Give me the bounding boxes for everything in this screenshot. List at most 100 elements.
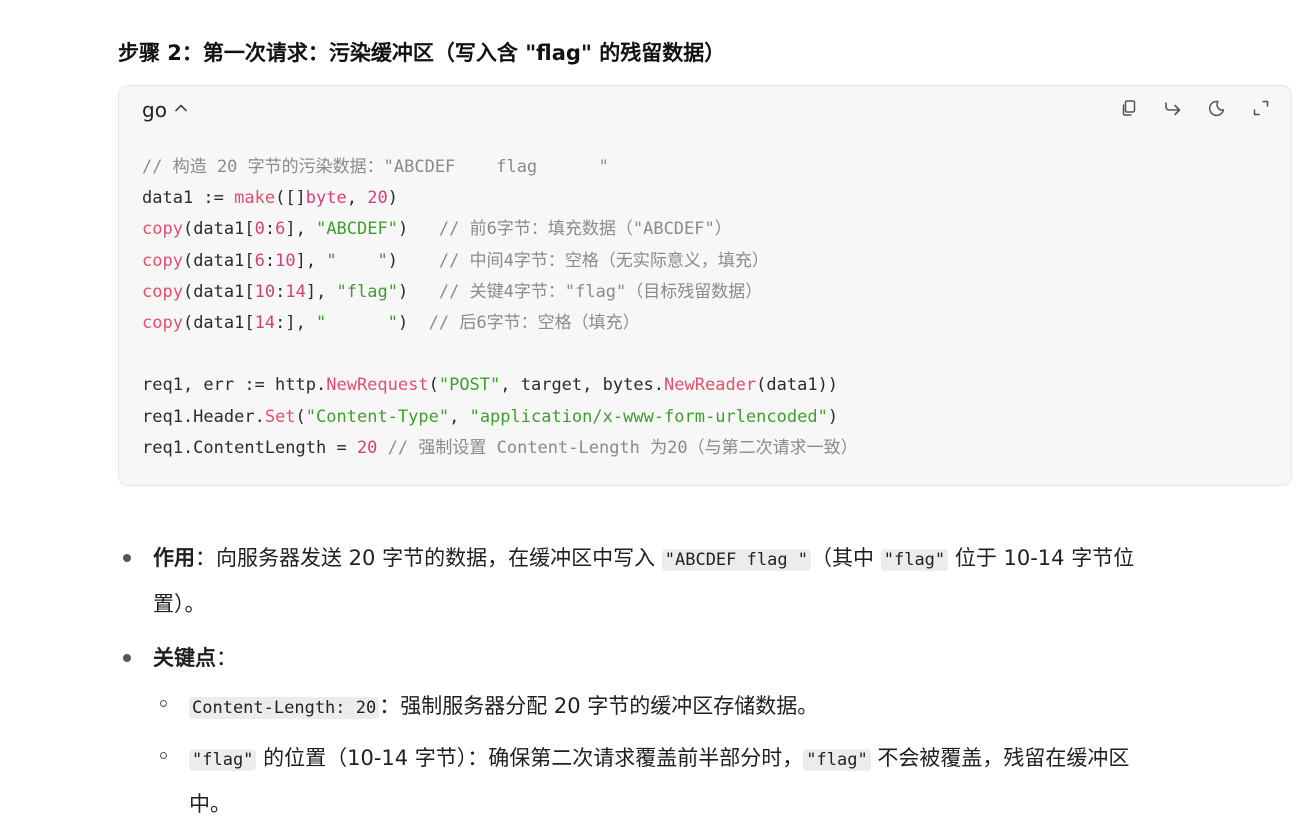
expand-button[interactable]: [1245, 96, 1277, 124]
code-token-plain: (data1)): [756, 375, 839, 396]
code-token-plain: data1 :=: [142, 188, 235, 209]
bullet-dot: [123, 554, 131, 562]
code-content: // 构造 20 字节的污染数据："ABCDEF flag " data1 := …: [142, 152, 858, 464]
code-token-fn: copy: [142, 219, 183, 240]
purpose-text-3: 位于 10-14 字节位: [948, 546, 1135, 570]
sub-bullet-flag-position: "flag" 的位置（10-14 字节）：确保第二次请求覆盖前半部分时， "fla…: [120, 736, 1270, 826]
code-line: req1.ContentLength = 20 // 强制设置 Content-…: [142, 433, 858, 464]
code-line: copy(data1[0:6], "ABCDEF") // 前6字节：填充数据（…: [142, 214, 858, 245]
code-token-plain: ): [397, 312, 429, 333]
content-length-inline-code: Content-Length: 20: [189, 697, 380, 719]
code-token-fn: NewRequest: [326, 375, 429, 396]
code-token-fn: copy: [142, 281, 183, 302]
code-token-plain: :: [275, 281, 286, 302]
code-token-comment: // 中间4字节：空格（无实际意义，填充）: [438, 250, 769, 271]
copy-icon: [1120, 99, 1138, 121]
theme-button[interactable]: [1201, 96, 1233, 124]
code-token-comment: // 构造 20 字节的污染数据："ABCDEF flag ": [142, 157, 609, 177]
bullet-dot: [123, 654, 131, 662]
copy-button[interactable]: [1113, 96, 1145, 124]
flag-inline-code-2: "flag": [803, 749, 871, 771]
purpose-text-1: 向服务器发送 20 字节的数据，在缓冲区中写入: [216, 546, 662, 570]
chevron-up-icon: [173, 100, 189, 120]
code-token-num: 0: [254, 219, 265, 240]
purpose-label: 作用: [153, 546, 195, 570]
code-token-plain: :: [264, 219, 276, 240]
code-token-plain: req1.ContentLength =: [142, 437, 357, 458]
code-token-plain: ,: [449, 406, 470, 427]
expand-icon: [1252, 99, 1270, 121]
code-token-plain: ): [387, 250, 439, 271]
code-token-fn: make: [234, 188, 276, 209]
code-token-plain: req1.Header.: [142, 406, 265, 427]
language-label: go: [142, 98, 167, 122]
sub-bullet-content-length: Content-Length: 20 ：强制服务器分配 20 字节的缓冲区存储数据…: [120, 684, 1270, 730]
code-token-str: "flag": [336, 281, 398, 302]
code-token-num: 20: [367, 188, 388, 209]
code-token-plain: (: [428, 375, 439, 396]
code-token-num: 10: [275, 250, 296, 271]
content-length-text: ：强制服务器分配 20 字节的缓冲区存储数据。: [379, 694, 819, 718]
code-token-fn: NewReader: [664, 375, 757, 396]
bullet-list: 作用：向服务器发送 20 字节的数据，在缓冲区中写入 "ABCDEF flag …: [120, 536, 1270, 826]
code-line: req1, err := http.NewRequest("POST", tar…: [142, 370, 858, 401]
code-token-plain: :: [264, 250, 276, 271]
code-block-header: go: [119, 86, 1291, 134]
bullet-key-points: 关键点：: [120, 636, 1270, 680]
code-toolbar: [1113, 96, 1277, 124]
code-token-plain: (data1[: [182, 281, 255, 302]
code-token-num: 14: [254, 312, 276, 333]
code-token-plain: ],: [305, 281, 337, 302]
flag-text-2: 不会被覆盖，残留在缓冲区: [870, 746, 1130, 770]
language-toggle[interactable]: go: [142, 95, 189, 125]
code-line: copy(data1[6:10], " ") // 中间4字节：空格（无实际意义…: [142, 246, 858, 277]
code-token-str: " ": [326, 250, 388, 271]
code-token-comment: // 前6字节：填充数据（"ABCDEF"）: [438, 219, 732, 240]
code-token-plain: ): [397, 219, 439, 240]
code-block: go // 构造 20 字节的污染数据："ABCDEF flag " data1…: [118, 85, 1292, 486]
code-token-plain: ],: [295, 250, 327, 271]
code-token-plain: (data1[: [182, 250, 255, 271]
code-line: copy(data1[10:14], "flag") // 关键4字节："fla…: [142, 277, 858, 308]
code-token-plain: (: [295, 406, 306, 427]
code-token-num: 14: [285, 281, 306, 302]
code-token-str: "ABCDEF": [316, 219, 398, 240]
wrap-button[interactable]: [1157, 96, 1189, 124]
code-token-comment: // 关键4字节："flag"（目标残留数据）: [438, 281, 763, 302]
code-token-fn: Set: [264, 406, 296, 427]
code-token-str: "POST": [438, 375, 501, 396]
code-line: // 构造 20 字节的污染数据："ABCDEF flag ": [142, 152, 858, 183]
sub-bullet-dot: [160, 700, 167, 707]
code-token-num: 10: [254, 281, 276, 302]
purpose-text-2: （其中: [811, 546, 881, 570]
sub-bullet-dot: [160, 752, 167, 759]
key-points-sep: ：: [216, 646, 237, 670]
code-token-num: 20: [356, 437, 378, 458]
code-token-comment: // 强制设置 Content-Length 为20（与第二次请求一致）: [387, 437, 858, 458]
code-line: copy(data1[14:], " ") // 后6字节：空格（填充）: [142, 308, 858, 339]
code-token-num: 6: [254, 250, 265, 271]
flag-text-3: 中。: [189, 792, 231, 816]
purpose-inline-code-2: "flag": [880, 549, 949, 571]
key-points-label: 关键点: [153, 646, 216, 670]
code-token-plain: ): [397, 281, 439, 302]
flag-text-1: 的位置（10-14 字节）：确保第二次请求覆盖前半部分时，: [256, 746, 804, 770]
code-token-plain: ): [827, 406, 839, 427]
code-token-plain: ([]: [275, 188, 306, 209]
code-token-plain: , target, bytes.: [500, 375, 665, 396]
code-token-plain: ],: [285, 219, 317, 240]
wrap-arrow-icon: [1163, 99, 1183, 121]
moon-icon: [1208, 99, 1226, 121]
code-token-fn: copy: [142, 312, 183, 333]
code-token-fn: copy: [142, 250, 183, 271]
bullet-purpose: 作用：向服务器发送 20 字节的数据，在缓冲区中写入 "ABCDEF flag …: [120, 536, 1270, 626]
code-token-plain: :],: [275, 312, 317, 333]
code-token-plain: (data1[: [182, 312, 255, 333]
code-token-plain: (data1[: [182, 219, 255, 240]
code-token-plain: req1, err := http.: [142, 375, 327, 396]
flag-inline-code-1: "flag": [189, 749, 257, 771]
code-token-plain: ): [387, 188, 398, 209]
code-token-kw: byte: [305, 188, 347, 209]
